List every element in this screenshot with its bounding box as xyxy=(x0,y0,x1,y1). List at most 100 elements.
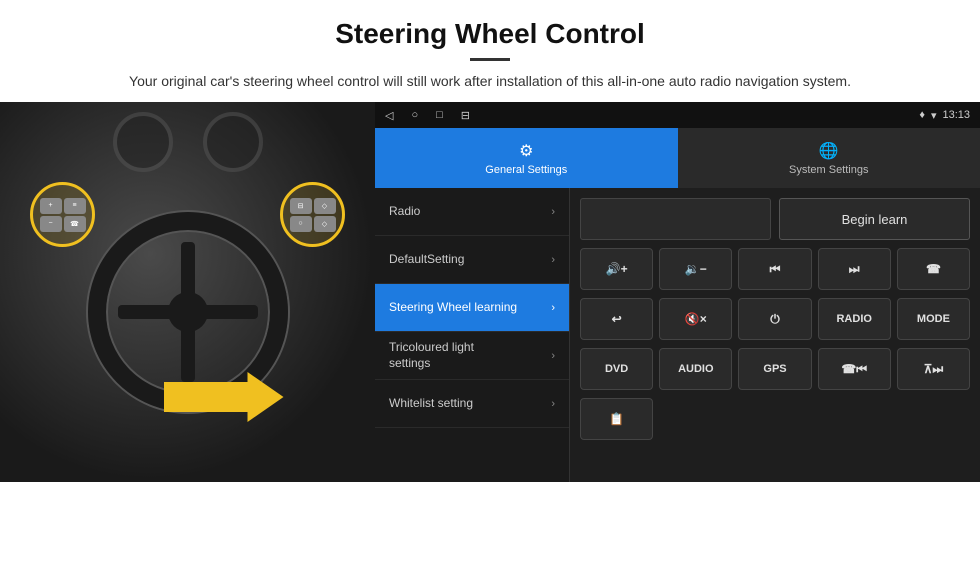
audio-button[interactable]: AUDIO xyxy=(659,348,732,390)
tabs-bar: ⚙ General Settings 🌐 System Settings xyxy=(375,128,980,188)
menu-steering-wheel[interactable]: Steering Wheel learning › xyxy=(375,284,569,332)
menu-tricoloured-label: Tricoloured lightsettings xyxy=(389,340,474,371)
main-content: + ≡ − ☎ ⊟ ◇ ○ ◇ xyxy=(0,102,980,482)
tab-system-settings[interactable]: 🌐 System Settings xyxy=(678,128,980,188)
dvd-label: DVD xyxy=(605,363,628,375)
radio-button[interactable]: RADIO xyxy=(818,298,891,340)
menu-steering-chevron: › xyxy=(551,302,555,314)
prev-track-button[interactable]: ⏮ xyxy=(738,248,811,290)
next-track-button[interactable]: ⏭ xyxy=(818,248,891,290)
page-title: Steering Wheel Control xyxy=(60,18,920,50)
phone-icon: ☎ xyxy=(926,262,941,276)
next-icon: ⏭ xyxy=(849,262,860,277)
time-display: 13:13 xyxy=(942,109,970,121)
wifi-icon: ▾ xyxy=(931,109,937,122)
menu-whitelist[interactable]: Whitelist setting › xyxy=(375,380,569,428)
nav-buttons: ◁ ○ □ ⊟ xyxy=(385,109,470,122)
menu-default-label: DefaultSetting xyxy=(389,252,464,268)
arrow-shape xyxy=(164,372,284,422)
settings-content: Radio › DefaultSetting › Steering Wheel … xyxy=(375,188,980,482)
header-section: Steering Wheel Control Your original car… xyxy=(0,0,980,102)
status-bar: ◁ ○ □ ⊟ ♦ ▾ 13:13 xyxy=(375,102,980,128)
skip-next-button[interactable]: ⊼⏭ xyxy=(897,348,970,390)
right-panel: Begin learn 🔊+ 🔉− ⏮ ⏭ xyxy=(570,188,980,482)
tab-general-label: General Settings xyxy=(485,164,567,176)
skip-next-icon: ⊼⏭ xyxy=(924,362,944,377)
menu-tricoloured[interactable]: Tricoloured lightsettings › xyxy=(375,332,569,380)
back-nav[interactable]: ◁ xyxy=(385,109,393,122)
left-button-circle: + ≡ − ☎ xyxy=(30,182,95,247)
menu-steering-label: Steering Wheel learning xyxy=(389,300,517,316)
btn-call: ☎ xyxy=(64,216,86,232)
vol-up-button[interactable]: 🔊+ xyxy=(580,248,653,290)
vol-down-icon: 🔉− xyxy=(685,262,707,276)
dvd-button[interactable]: DVD xyxy=(580,348,653,390)
sw-center-hub xyxy=(168,292,208,332)
power-button[interactable]: ⏻ xyxy=(738,298,811,340)
control-row-3: DVD AUDIO GPS ☎⏮ ⊼⏭ xyxy=(580,348,970,390)
radio-label: RADIO xyxy=(836,313,871,325)
car-bg: + ≡ − ☎ ⊟ ◇ ○ ◇ xyxy=(0,102,375,482)
right-button-circle: ⊟ ◇ ○ ◇ xyxy=(280,182,345,247)
general-settings-icon: ⚙ xyxy=(519,141,533,161)
prev-icon: ⏮ xyxy=(770,262,781,277)
control-row-1: 🔊+ 🔉− ⏮ ⏭ ☎ xyxy=(580,248,970,290)
menu-radio-chevron: › xyxy=(551,206,555,218)
call-button[interactable]: ↩ xyxy=(580,298,653,340)
gps-label: GPS xyxy=(763,363,786,375)
title-divider xyxy=(470,58,510,61)
home-nav[interactable]: ○ xyxy=(411,109,418,121)
menu-whitelist-label: Whitelist setting xyxy=(389,396,473,412)
gauge-left xyxy=(113,112,173,172)
phone-prev-icon: ☎⏮ xyxy=(841,362,867,377)
btn-src: ⊟ xyxy=(290,198,312,214)
right-btn-grid: ⊟ ◇ ○ ◇ xyxy=(290,198,336,232)
menu-whitelist-chevron: › xyxy=(551,398,555,410)
menu-tricoloured-chevron: › xyxy=(551,350,555,362)
menu-list: Radio › DefaultSetting › Steering Wheel … xyxy=(375,188,570,482)
vol-up-icon: 🔊+ xyxy=(606,262,628,276)
menu-default-chevron: › xyxy=(551,254,555,266)
menu-default-setting[interactable]: DefaultSetting › xyxy=(375,236,569,284)
call-icon: ↩ xyxy=(612,312,622,326)
btn-diamond: ◇ xyxy=(314,198,336,214)
audio-label: AUDIO xyxy=(678,363,713,375)
status-icons: ♦ ▾ 13:13 xyxy=(919,109,970,122)
left-btn-grid: + ≡ − ☎ xyxy=(40,198,86,232)
mode-label: MODE xyxy=(917,313,950,325)
btn-diamond2: ◇ xyxy=(314,216,336,232)
android-ui: ◁ ○ □ ⊟ ♦ ▾ 13:13 ⚙ General Settings 🌐 S… xyxy=(375,102,980,482)
tab-general-settings[interactable]: ⚙ General Settings xyxy=(375,128,678,188)
control-row-4: 📋 xyxy=(580,398,970,440)
yellow-arrow xyxy=(164,372,284,422)
top-row: Begin learn xyxy=(580,198,970,240)
phone-prev-button[interactable]: ☎⏮ xyxy=(818,348,891,390)
btn-media: ≡ xyxy=(64,198,86,214)
dash-gauges xyxy=(0,112,375,182)
gps-icon: ♦ xyxy=(919,109,925,121)
gauge-right xyxy=(203,112,263,172)
btn-minus: − xyxy=(40,216,62,232)
menu-nav[interactable]: ⊟ xyxy=(461,109,470,122)
header-description: Your original car's steering wheel contr… xyxy=(60,71,920,92)
power-icon: ⏻ xyxy=(770,312,780,327)
car-image: + ≡ − ☎ ⊟ ◇ ○ ◇ xyxy=(0,102,375,482)
menu-radio[interactable]: Radio › xyxy=(375,188,569,236)
system-settings-icon: 🌐 xyxy=(819,141,839,161)
begin-learn-button[interactable]: Begin learn xyxy=(779,198,970,240)
tab-system-label: System Settings xyxy=(789,164,868,176)
btn-circle: ○ xyxy=(290,216,312,232)
empty-input-box xyxy=(580,198,771,240)
vol-down-button[interactable]: 🔉− xyxy=(659,248,732,290)
phone-button[interactable]: ☎ xyxy=(897,248,970,290)
btn-plus: + xyxy=(40,198,62,214)
mute-icon: 🔇× xyxy=(685,312,707,326)
mute-button[interactable]: 🔇× xyxy=(659,298,732,340)
list-icon: 📋 xyxy=(609,412,624,426)
recents-nav[interactable]: □ xyxy=(436,109,443,121)
list-button[interactable]: 📋 xyxy=(580,398,653,440)
gps-button[interactable]: GPS xyxy=(738,348,811,390)
menu-radio-label: Radio xyxy=(389,204,420,220)
mode-button[interactable]: MODE xyxy=(897,298,970,340)
control-row-2: ↩ 🔇× ⏻ RADIO MODE xyxy=(580,298,970,340)
